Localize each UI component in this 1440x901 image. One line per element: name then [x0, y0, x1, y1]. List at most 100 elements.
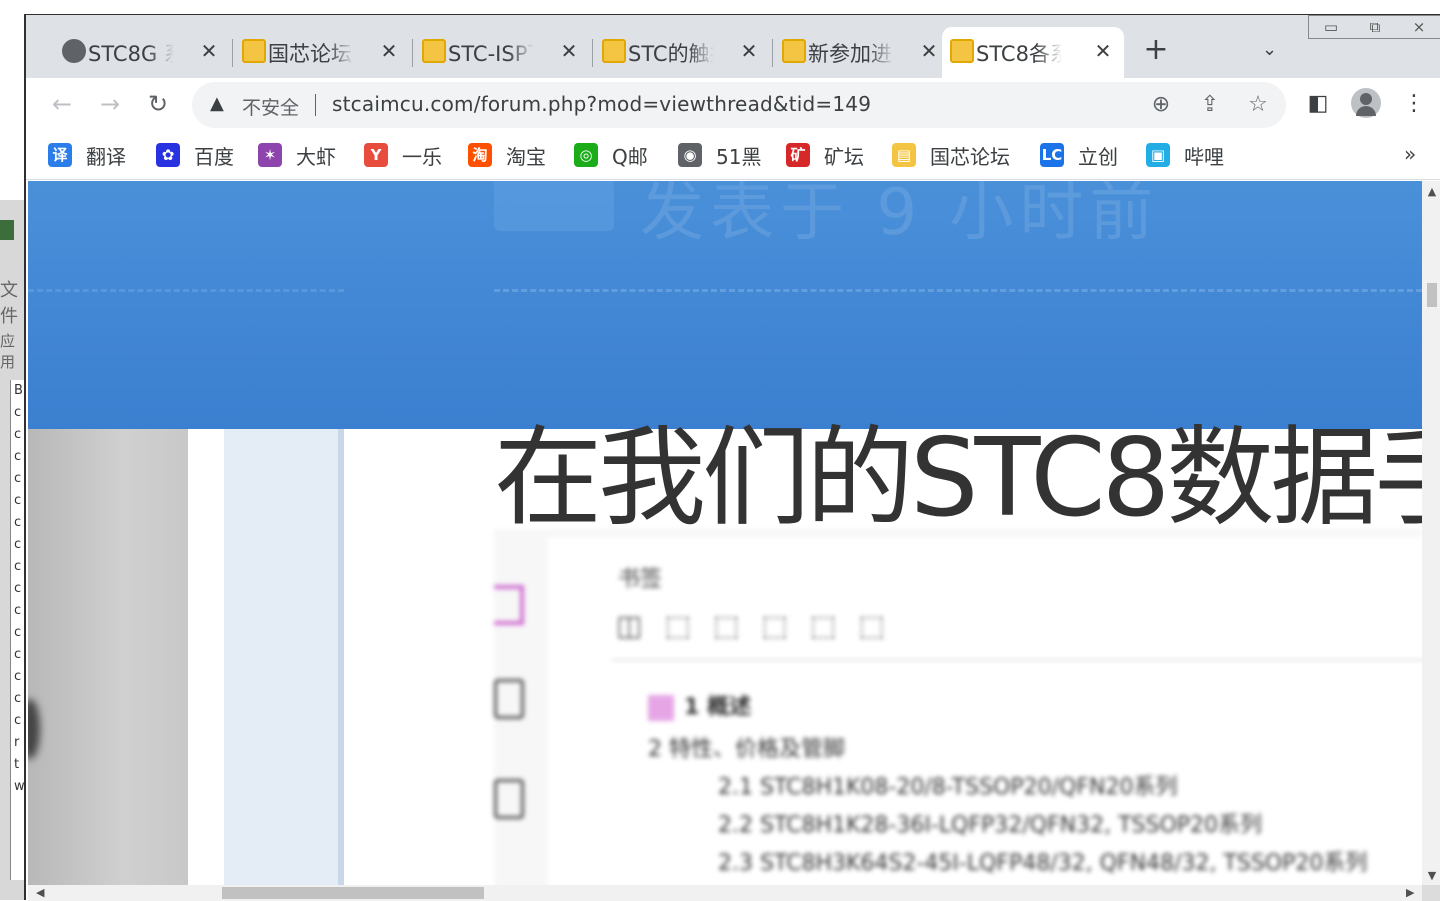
background-list-item: r — [14, 735, 20, 750]
folder-icon — [602, 39, 626, 63]
tab-title: STC8各系列 — [976, 41, 1062, 66]
tab-4[interactable]: STC的触摸 ✕ — [594, 27, 770, 78]
background-list-item: c — [14, 405, 22, 420]
banner-logo — [494, 181, 614, 231]
bookmark-item[interactable]: ✿ 百度 — [156, 140, 234, 170]
page-left-image — [28, 409, 188, 885]
tab-1[interactable]: STC8G 系列 ✕ — [54, 27, 230, 78]
bookmark-item[interactable]: 淘淘宝 — [468, 140, 546, 170]
scroll-right-icon[interactable]: ▶ — [1406, 885, 1414, 901]
folder-icon — [242, 39, 266, 63]
url-text[interactable]: stcaimcu.com/forum.php?mod=viewthread&ti… — [332, 92, 871, 116]
background-list-item: t — [14, 757, 20, 772]
tab-close-icon[interactable]: ✕ — [378, 39, 400, 63]
background-list-item: c — [14, 427, 22, 442]
scroll-up-icon[interactable]: ▲ — [1422, 185, 1440, 198]
vertical-scrollbar[interactable]: ▲ ▼ — [1422, 181, 1440, 885]
bookmarks-more-icon[interactable]: » — [1404, 142, 1416, 166]
tab-search-icon[interactable]: ⌄ — [1262, 39, 1277, 60]
tab-close-icon[interactable]: ✕ — [198, 39, 220, 63]
side-panel-icon[interactable]: ◧ — [1304, 91, 1332, 116]
tab-3[interactable]: STC-ISP下载 ✕ — [414, 27, 590, 78]
pdf-bookmark-mark — [494, 585, 524, 625]
bookmark-label: 百度 — [194, 144, 234, 169]
bookmark-label: 淘宝 — [506, 144, 546, 169]
horizontal-scrollbar[interactable]: ◀ ▶ — [28, 885, 1422, 901]
close-window-icon[interactable]: ⨯ — [1397, 16, 1440, 38]
bookmark-favicon-icon: ◎ — [574, 143, 598, 167]
bookmarks-bar: 译翻译 ✿ 百度 ✶ 大虾 Y 一乐 淘淘宝 ◎ Q邮 ◉ 51黑矿矿坛 ▤ 国芯论坛 LC 立创 ▣ 哔哩 » — [26, 132, 1440, 180]
banner-post-time: 发表于 9 小时前 — [640, 181, 1160, 250]
share-icon[interactable]: ⇪ — [1197, 92, 1223, 117]
pdf-tree-item: 1 概述 — [684, 695, 751, 720]
tab-5[interactable]: 新参加进 ✕ — [774, 27, 950, 78]
background-app-menu-apply: 应用 — [0, 332, 16, 371]
bookmark-item[interactable]: ◉ 51黑 — [678, 140, 761, 170]
new-tab-button[interactable]: + — [1142, 35, 1170, 65]
reload-icon[interactable]: ↻ — [144, 90, 172, 118]
background-app-top — [0, 0, 24, 200]
page-viewport: 发表于 9 小时前 在我们的STC8数据手 书签 ◫ ⬚ ⬚ ⬚ ⬚ ⬚ 1 概述 2 特性… — [28, 181, 1422, 885]
vertical-scroll-thumb[interactable] — [1427, 283, 1437, 307]
pdf-bookmarks-title: 书签 — [618, 567, 663, 592]
address-bar[interactable]: ▲ 不安全 stcaimcu.com/forum.php?mod=viewthr… — [192, 82, 1286, 128]
tab-title: STC的触摸 — [628, 41, 714, 66]
tab-close-icon[interactable]: ✕ — [1092, 39, 1114, 63]
tab-2[interactable]: 国芯论坛 ✕ — [234, 27, 410, 78]
bookmark-star-icon[interactable]: ☆ — [1245, 92, 1271, 117]
bookmark-item[interactable]: 译翻译 — [48, 140, 126, 170]
minimize-icon[interactable]: ▭ — [1309, 16, 1353, 38]
background-list-item: c — [14, 537, 22, 552]
bookmark-item[interactable]: ✶ 大虾 — [258, 140, 336, 170]
pdf-tree-item: 2.2 STC8H1K28-36I-LQFP32/QFN32, TSSOP20系… — [718, 813, 1263, 838]
back-icon[interactable]: ← — [48, 90, 76, 118]
window-controls: ▭ ⧉ ⨯ — [1308, 15, 1440, 39]
bookmark-item[interactable]: ▣ 哔哩 — [1146, 140, 1224, 170]
bookmark-favicon-icon: ▤ — [892, 143, 916, 167]
background-app-list: Bcccccccccccccccrtw — [10, 380, 24, 880]
tab-separator — [232, 39, 233, 67]
tab-6[interactable]: STC8各系列 ✕ — [942, 27, 1124, 78]
scrollbar-corner — [1422, 885, 1440, 901]
globe-icon — [62, 39, 86, 63]
tab-close-icon[interactable]: ✕ — [918, 39, 940, 63]
tab-title: STC8G 系列 — [88, 41, 174, 66]
embedded-pdf-screenshot: 书签 ◫ ⬚ ⬚ ⬚ ⬚ ⬚ 1 概述 2 特性、价格及管脚 2.1 STC8H1K08-20… — [494, 529, 1422, 885]
security-label[interactable]: 不安全 — [242, 93, 299, 120]
bookmark-item[interactable]: 矿矿坛 — [786, 140, 864, 170]
maximize-icon[interactable]: ⧉ — [1353, 16, 1397, 38]
profile-avatar-icon[interactable] — [1351, 88, 1381, 118]
page-left-panel — [224, 429, 338, 885]
bookmark-favicon-icon: 矿 — [786, 143, 810, 167]
zoom-icon[interactable]: ⊕ — [1148, 92, 1174, 117]
pdf-page-icon — [494, 679, 524, 719]
banner-divider — [494, 289, 1422, 292]
bookmark-item[interactable]: LC 立创 — [1040, 140, 1118, 170]
background-list-item: c — [14, 449, 22, 464]
tab-close-icon[interactable]: ✕ — [558, 39, 580, 63]
scroll-left-icon[interactable]: ◀ — [36, 885, 44, 901]
warning-icon[interactable]: ▲ — [210, 93, 224, 114]
bookmark-label: 51黑 — [716, 144, 762, 169]
forward-icon[interactable]: → — [96, 90, 124, 118]
background-list-item: c — [14, 493, 22, 508]
scroll-down-icon[interactable]: ▼ — [1422, 869, 1440, 882]
tab-close-icon[interactable]: ✕ — [738, 39, 760, 63]
banner-divider-left — [28, 289, 344, 292]
bookmark-item[interactable]: ◎ Q邮 — [574, 140, 648, 170]
tab-title: 新参加进 — [808, 41, 892, 66]
tab-title: 国芯论坛 — [268, 41, 352, 66]
bookmark-label: 哔哩 — [1184, 144, 1224, 169]
omnibox-divider — [315, 94, 316, 116]
bookmark-item[interactable]: Y 一乐 — [364, 140, 442, 170]
background-list-item: c — [14, 647, 22, 662]
bookmark-favicon-icon: 淘 — [468, 143, 492, 167]
pdf-tree-node-icon — [648, 695, 674, 721]
pdf-attach-icon — [494, 779, 524, 819]
horizontal-scroll-thumb[interactable] — [222, 887, 484, 899]
bookmark-favicon-icon: ✶ — [258, 143, 282, 167]
bookmark-item[interactable]: ▤ 国芯论坛 — [892, 140, 1010, 170]
bookmark-favicon-icon: 译 — [48, 143, 72, 167]
background-list-item: c — [14, 625, 22, 640]
menu-icon[interactable]: ⋮ — [1400, 91, 1428, 116]
